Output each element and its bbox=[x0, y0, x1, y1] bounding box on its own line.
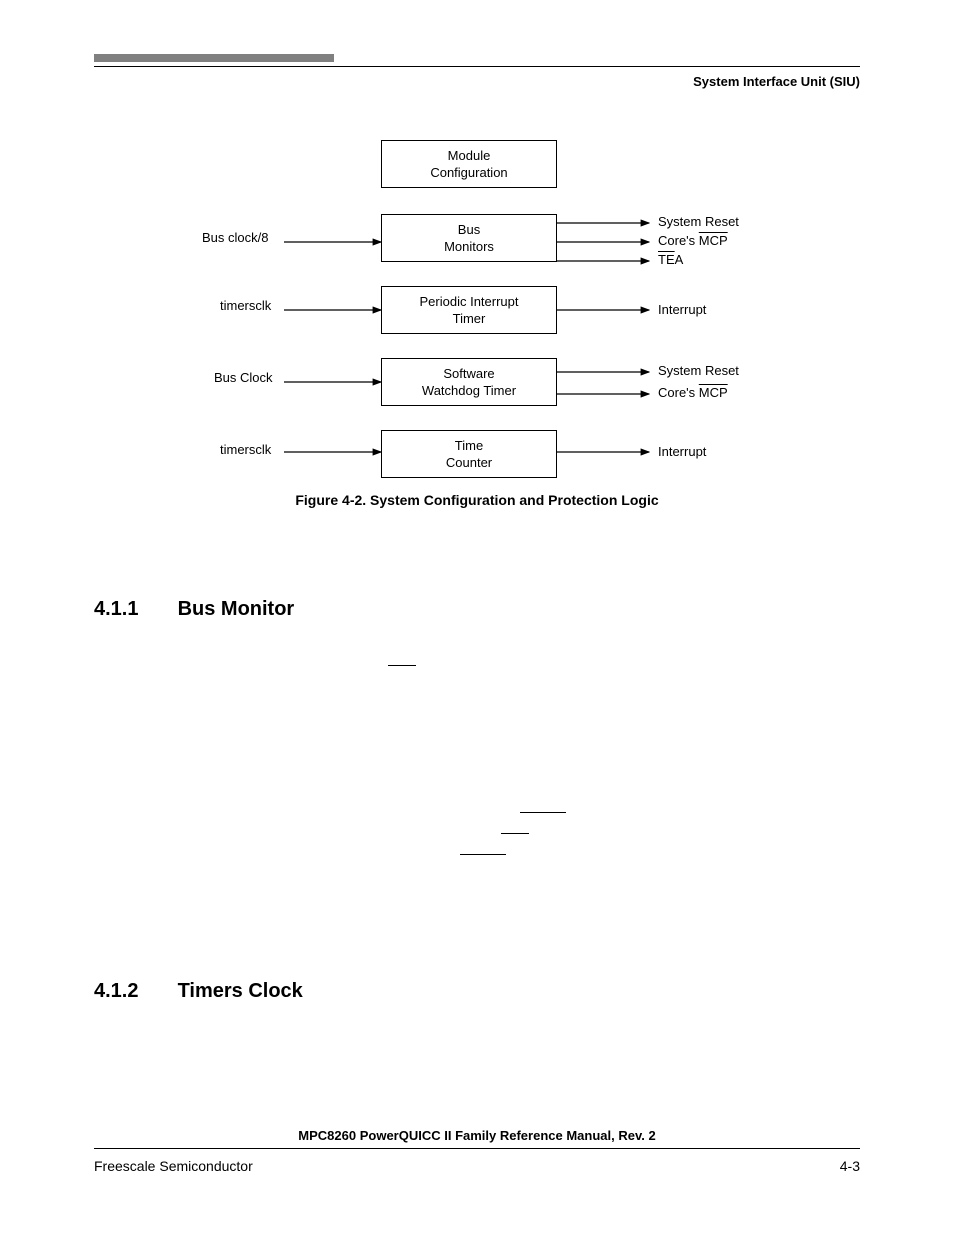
footer-rule bbox=[94, 1148, 860, 1149]
box-bus-monitors: Bus Monitors bbox=[381, 214, 557, 262]
figure-caption: Figure 4-2. System Configuration and Pro… bbox=[0, 492, 954, 508]
footer-vendor: Freescale Semiconductor bbox=[94, 1158, 253, 1174]
box-line: Timer bbox=[382, 310, 556, 327]
output-label-cores-mcp: Core's MCP bbox=[658, 385, 728, 400]
page-top-rule bbox=[94, 49, 860, 67]
input-label-timersclk: timersclk bbox=[220, 298, 271, 313]
box-line: Periodic Interrupt bbox=[382, 293, 556, 310]
box-software-watchdog-timer: Software Watchdog Timer bbox=[381, 358, 557, 406]
output-label-tea: TEA bbox=[658, 252, 683, 267]
output-label-system-reset: System Reset bbox=[658, 363, 739, 378]
heading-4-1-2: 4.1.2 Timers Clock bbox=[94, 980, 303, 1003]
box-line: Time bbox=[382, 437, 556, 454]
box-line: Watchdog Timer bbox=[382, 382, 556, 399]
box-line: Counter bbox=[382, 454, 556, 471]
running-header: System Interface Unit (SIU) bbox=[693, 74, 860, 89]
footer-page-number: 4-3 bbox=[840, 1158, 860, 1174]
text-overline-segment bbox=[501, 833, 529, 834]
box-line: Monitors bbox=[382, 238, 556, 255]
output-label-interrupt: Interrupt bbox=[658, 444, 706, 459]
text-overline-segment bbox=[520, 812, 566, 813]
output-label-cores-mcp: Core's MCP bbox=[658, 233, 728, 248]
box-line: Module bbox=[382, 147, 556, 164]
heading-title: Timers Clock bbox=[178, 980, 303, 1002]
box-time-counter: Time Counter bbox=[381, 430, 557, 478]
input-label-bus-clock-8: Bus clock/8 bbox=[202, 230, 268, 245]
heading-4-1-1: 4.1.1 Bus Monitor bbox=[94, 598, 294, 621]
input-label-bus-clock: Bus Clock bbox=[214, 370, 273, 385]
text-overline-segment bbox=[460, 854, 506, 855]
box-module-configuration: Module Configuration bbox=[381, 140, 557, 188]
figure-4-2-diagram: Module Configuration Bus Monitors Period… bbox=[94, 130, 860, 490]
footer-manual-title: MPC8260 PowerQUICC II Family Reference M… bbox=[0, 1128, 954, 1143]
box-periodic-interrupt-timer: Periodic Interrupt Timer bbox=[381, 286, 557, 334]
heading-number: 4.1.1 bbox=[94, 598, 172, 621]
top-bar-accent bbox=[94, 54, 334, 62]
box-line: Software bbox=[382, 365, 556, 382]
output-label-system-reset: System Reset bbox=[658, 214, 739, 229]
box-line: Bus bbox=[382, 221, 556, 238]
input-label-timersclk: timersclk bbox=[220, 442, 271, 457]
text-overline-segment bbox=[388, 665, 416, 666]
box-line: Configuration bbox=[382, 164, 556, 181]
output-label-interrupt: Interrupt bbox=[658, 302, 706, 317]
heading-title: Bus Monitor bbox=[178, 598, 295, 620]
heading-number: 4.1.2 bbox=[94, 980, 172, 1003]
